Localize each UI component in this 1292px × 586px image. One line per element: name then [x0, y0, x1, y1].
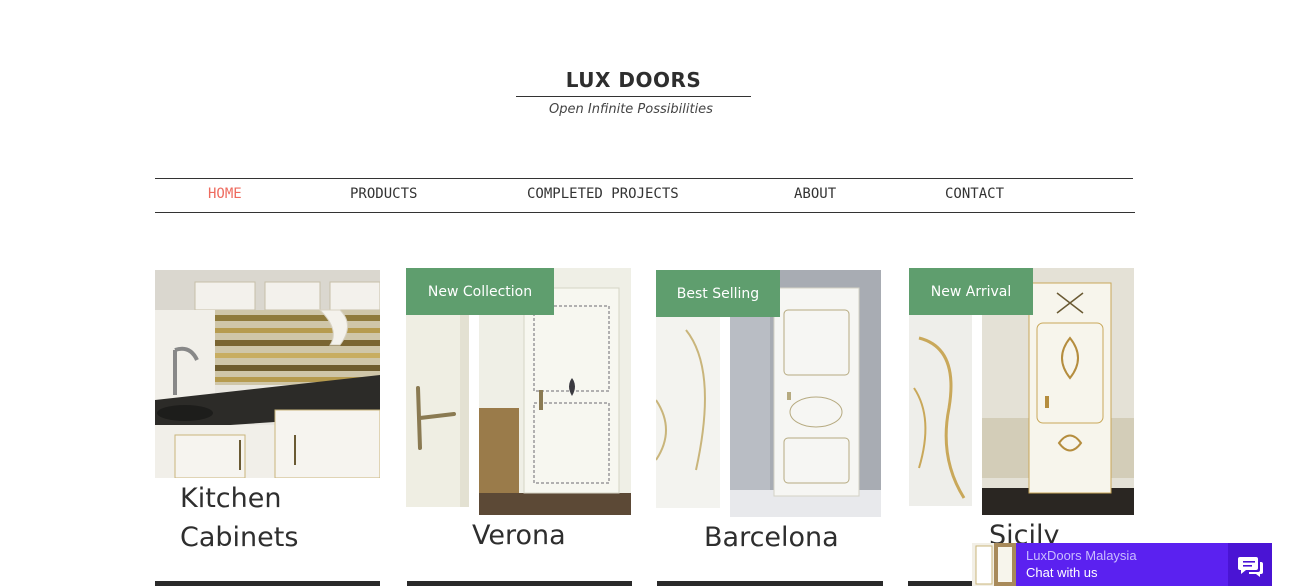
card-title-barcelona[interactable]: Barcelona: [704, 518, 839, 557]
nav-item-completed-projects[interactable]: COMPLETED PROJECTS: [527, 186, 679, 202]
card-title-kitchen-cabinets[interactable]: Kitchen Cabinets: [180, 479, 298, 557]
card-button-bar[interactable]: [657, 581, 883, 586]
chat-thumbnail: [972, 543, 1016, 586]
nav-top-rule: [155, 178, 1133, 179]
chat-subtitle: Chat with us: [1026, 565, 1098, 580]
card-button-bar[interactable]: [908, 581, 972, 586]
card-button-bar[interactable]: [407, 581, 632, 586]
card-title-line: Kitchen: [180, 483, 282, 514]
brand-tagline: Open Infinite Possibilities: [549, 102, 713, 117]
kitchen-cabinets-image[interactable]: [155, 270, 380, 478]
page: LUX DOORS Open Infinite Possibilities HO…: [0, 0, 1292, 586]
nav-item-home[interactable]: HOME: [208, 186, 242, 202]
chat-bubbles-icon[interactable]: [1228, 543, 1272, 586]
card-button-bar[interactable]: [155, 581, 380, 586]
card-title-verona[interactable]: Verona: [472, 516, 566, 555]
nav-item-contact[interactable]: CONTACT: [945, 186, 1004, 202]
chat-business-name: LuxDoors Malaysia: [1026, 548, 1137, 563]
nav-item-products[interactable]: PRODUCTS: [350, 186, 417, 202]
brand-title[interactable]: LUX DOORS: [516, 68, 751, 92]
brand-underline: [516, 96, 751, 97]
badge-best-selling: Best Selling: [656, 270, 780, 317]
nav-bottom-rule: [155, 212, 1135, 213]
badge-new-collection: New Collection: [406, 268, 554, 315]
nav-item-about[interactable]: ABOUT: [794, 186, 836, 202]
card-title-line: Cabinets: [180, 522, 299, 553]
chat-widget[interactable]: LuxDoors Malaysia Chat with us: [972, 543, 1272, 586]
badge-new-arrival: New Arrival: [909, 268, 1033, 315]
